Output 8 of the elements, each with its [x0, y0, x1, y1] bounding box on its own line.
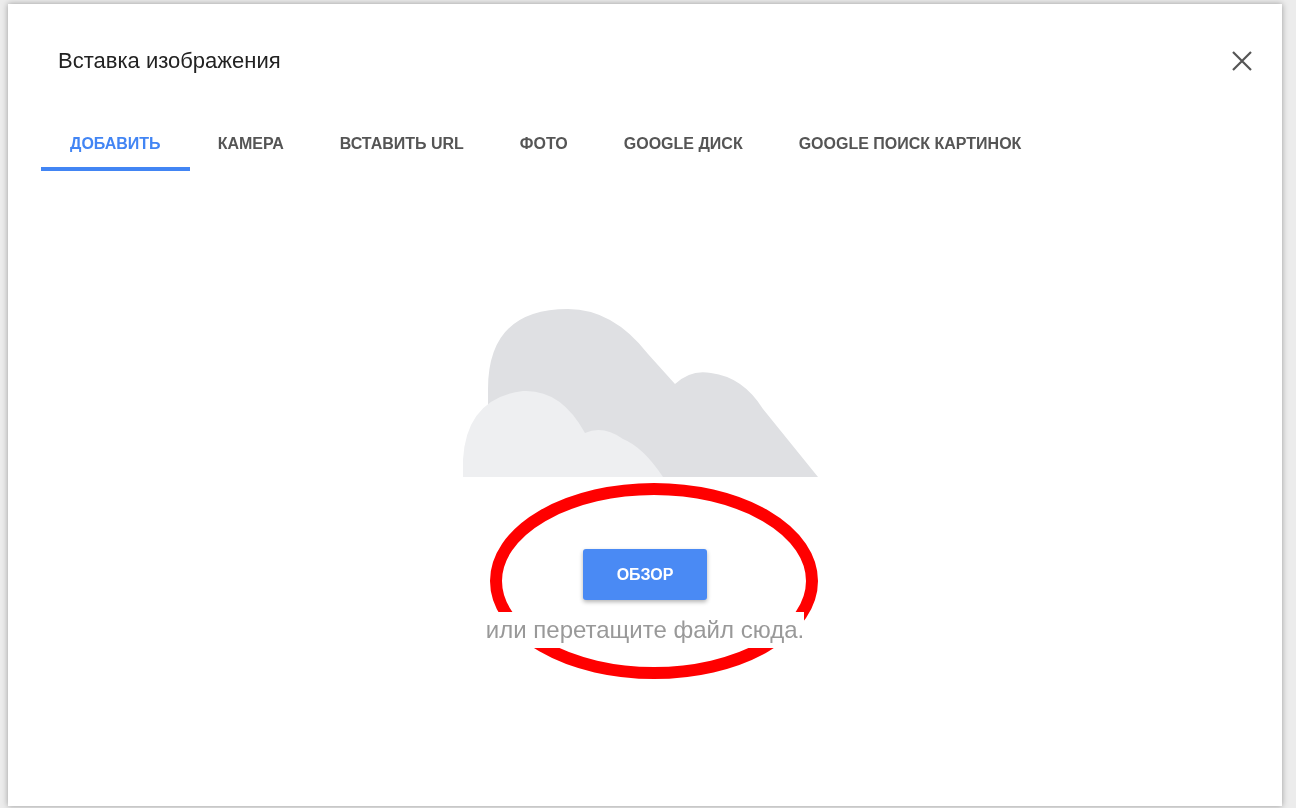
tab[interactable]: ВСТАВИТЬ URL: [311, 121, 492, 171]
drop-hint: или перетащите файл сюда.: [485, 612, 805, 648]
tab[interactable]: GOOGLE ДИСК: [595, 121, 771, 171]
dialog-title: Вставка изображения: [58, 47, 281, 75]
tab[interactable]: ДОБАВИТЬ: [41, 121, 190, 171]
tab[interactable]: КАМЕРА: [189, 121, 312, 171]
tab[interactable]: ФОТО: [491, 121, 596, 171]
tab[interactable]: GOOGLE ПОИСК КАРТИНОК: [770, 121, 1050, 171]
